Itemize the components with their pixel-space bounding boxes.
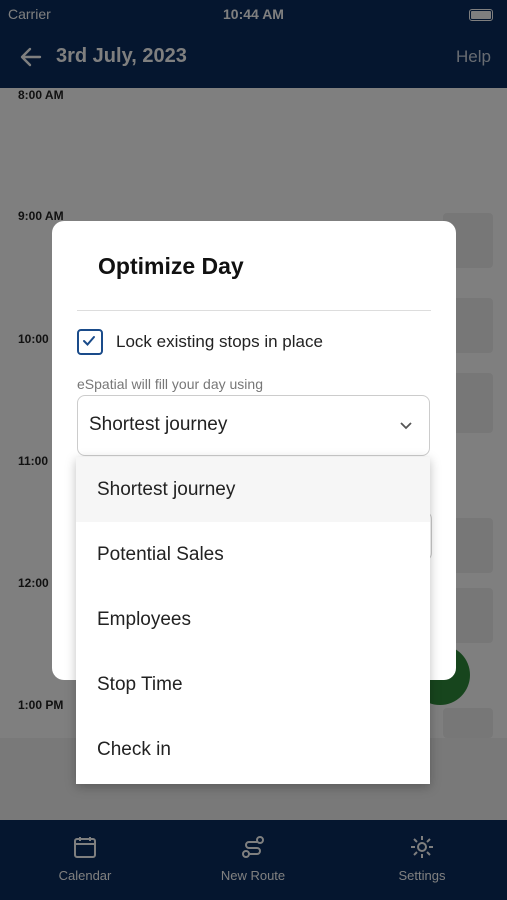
option-stop-time[interactable]: Stop Time	[76, 652, 430, 717]
option-label: Check in	[97, 739, 171, 760]
lock-stops-label[interactable]: Lock existing stops in place	[116, 332, 323, 352]
option-label: Potential Sales	[97, 544, 224, 565]
option-employees[interactable]: Employees	[76, 587, 430, 652]
select-value: Shortest journey	[89, 414, 228, 435]
option-label: Stop Time	[97, 674, 183, 695]
optimize-criteria-select[interactable]: Shortest journey	[77, 395, 430, 456]
option-label: Shortest journey	[97, 479, 236, 500]
option-shortest-journey[interactable]: Shortest journey	[76, 457, 430, 522]
option-potential-sales[interactable]: Potential Sales	[76, 522, 430, 587]
dialog-title: Optimize Day	[98, 253, 244, 279]
option-label: Employees	[97, 609, 191, 630]
fill-day-hint: eSpatial will fill your day using	[77, 376, 263, 392]
lock-stops-checkbox[interactable]	[77, 329, 103, 355]
chevron-down-icon	[400, 422, 412, 430]
option-check-in[interactable]: Check in	[76, 717, 430, 782]
checkmark-icon	[83, 336, 95, 346]
divider	[77, 310, 431, 311]
criteria-dropdown-menu: Shortest journey Potential Sales Employe…	[76, 457, 430, 784]
